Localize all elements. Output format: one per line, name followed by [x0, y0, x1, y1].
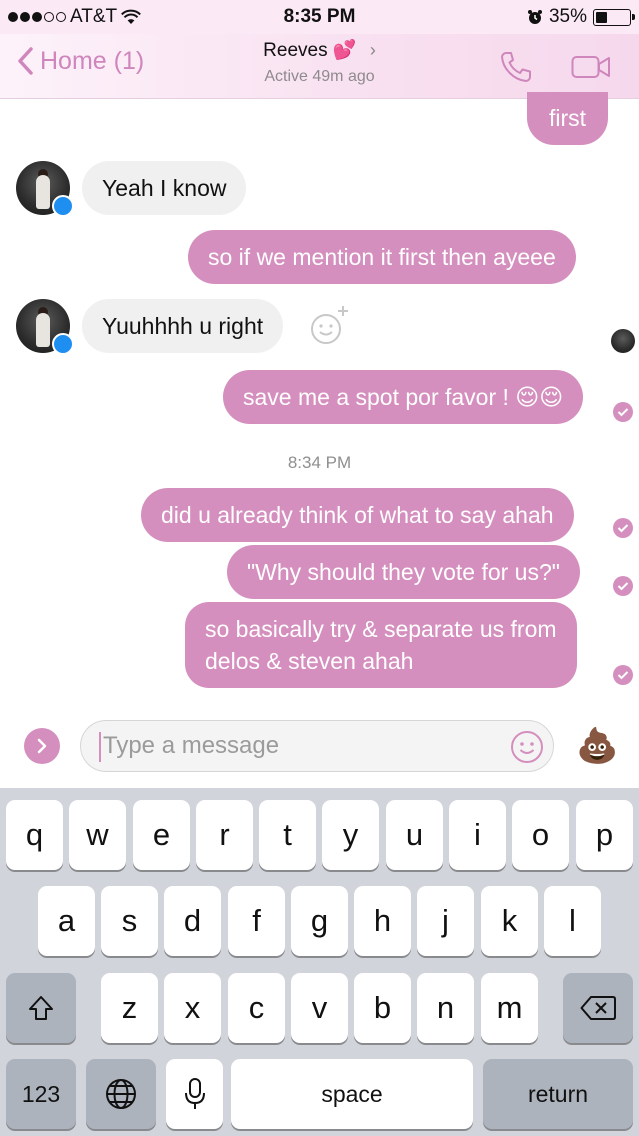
- keyboard: q w e r t y u i o p a s d f g h j k l z …: [0, 788, 639, 1136]
- message-text-line: delos & steven ahah: [205, 648, 414, 674]
- shift-key[interactable]: [6, 973, 76, 1043]
- outgoing-message[interactable]: so if we mention it first then ayeee: [188, 230, 576, 284]
- key-s[interactable]: s: [101, 886, 158, 956]
- key-q[interactable]: q: [6, 800, 63, 870]
- key-b[interactable]: b: [354, 973, 411, 1043]
- delivered-check-icon: [613, 665, 633, 685]
- read-receipt-avatar: [611, 329, 635, 353]
- key-f[interactable]: f: [228, 886, 285, 956]
- chevron-left-icon: [18, 47, 33, 75]
- message-text: did u already think of what to say ahah: [161, 502, 554, 528]
- key-o[interactable]: o: [512, 800, 569, 870]
- back-label: Home (1): [40, 46, 145, 75]
- alarm-clock-icon: [527, 10, 542, 24]
- key-k[interactable]: k: [481, 886, 538, 956]
- chevron-right-icon: [37, 738, 47, 754]
- shift-arrow-icon: [29, 996, 53, 1020]
- space-key[interactable]: space: [231, 1059, 473, 1129]
- carrier-name: AT&T: [70, 6, 118, 27]
- globe-icon: [106, 1079, 136, 1109]
- key-u[interactable]: u: [386, 800, 443, 870]
- chevron-right-icon: ›: [369, 40, 376, 60]
- message-input[interactable]: [80, 720, 554, 772]
- expand-actions-button[interactable]: [24, 728, 60, 764]
- message-text: save me a spot por favor ! 😌😌: [243, 384, 564, 410]
- message-text: Yeah I know: [102, 175, 227, 201]
- messenger-badge-icon: [52, 195, 74, 217]
- delete-key[interactable]: [563, 973, 633, 1043]
- battery-info: 35%: [527, 6, 635, 28]
- wifi-icon: [121, 9, 142, 24]
- two-hearts-icon: 💕: [332, 40, 357, 61]
- key-r[interactable]: r: [196, 800, 253, 870]
- text-cursor: [99, 732, 101, 762]
- contact-name: Reeves: [263, 40, 328, 61]
- key-y[interactable]: y: [322, 800, 379, 870]
- key-h[interactable]: h: [354, 886, 411, 956]
- numbers-key[interactable]: 123: [6, 1059, 76, 1129]
- return-key[interactable]: return: [483, 1059, 633, 1129]
- status-bar: AT&T 8:35 PM 35%: [0, 0, 639, 34]
- message-composer: 💩: [0, 706, 639, 788]
- back-button[interactable]: Home (1): [16, 46, 144, 76]
- message-timestamp: 8:34 PM: [287, 453, 352, 472]
- key-p[interactable]: p: [576, 800, 633, 870]
- key-x[interactable]: x: [164, 973, 221, 1043]
- key-m[interactable]: m: [481, 973, 538, 1043]
- avatar[interactable]: [16, 161, 74, 217]
- key-j[interactable]: j: [417, 886, 474, 956]
- message-text: Yuuhhhh u right: [102, 313, 264, 339]
- battery-icon: [593, 8, 635, 26]
- messenger-badge-icon: [52, 333, 74, 355]
- key-i[interactable]: i: [449, 800, 506, 870]
- conversation-header: Home (1) Reeves 💕 › Active 49m ago: [0, 34, 639, 99]
- microphone-icon: [184, 1078, 205, 1109]
- message-text: so if we mention it first then ayeee: [208, 244, 556, 270]
- add-reaction-icon[interactable]: [308, 303, 352, 347]
- microphone-key[interactable]: [166, 1059, 223, 1129]
- incoming-message[interactable]: Yuuhhhh u right: [82, 299, 284, 353]
- key-a[interactable]: a: [38, 886, 95, 956]
- key-g[interactable]: g: [291, 886, 348, 956]
- key-e[interactable]: e: [133, 800, 190, 870]
- key-d[interactable]: d: [164, 886, 221, 956]
- key-c[interactable]: c: [228, 973, 285, 1043]
- smiley-icon[interactable]: [510, 730, 544, 764]
- outgoing-message[interactable]: "Why should they vote for us?": [227, 545, 580, 599]
- quick-reaction-button[interactable]: 💩: [576, 726, 618, 766]
- outgoing-message[interactable]: first: [527, 92, 608, 145]
- outgoing-message[interactable]: did u already think of what to say ahah: [141, 488, 574, 542]
- avatar[interactable]: [16, 299, 74, 355]
- incoming-message[interactable]: Yeah I know: [82, 161, 247, 215]
- outgoing-message[interactable]: save me a spot por favor ! 😌😌: [223, 370, 584, 424]
- key-v[interactable]: v: [291, 973, 348, 1043]
- message-text: "Why should they vote for us?": [247, 559, 560, 585]
- carrier-info: AT&T: [8, 6, 142, 28]
- phone-icon[interactable]: [499, 50, 533, 84]
- key-w[interactable]: w: [69, 800, 126, 870]
- message-text: first: [548, 105, 587, 131]
- globe-key[interactable]: [86, 1059, 156, 1129]
- key-z[interactable]: z: [101, 973, 158, 1043]
- outgoing-message[interactable]: so basically try & separate us from delo…: [185, 602, 577, 688]
- battery-percentage: 35%: [548, 6, 587, 27]
- key-n[interactable]: n: [417, 973, 474, 1043]
- video-camera-icon[interactable]: [571, 54, 611, 80]
- delivered-check-icon: [613, 402, 633, 422]
- key-t[interactable]: t: [259, 800, 316, 870]
- message-text-line: so basically try & separate us from: [205, 616, 557, 642]
- header-actions: [499, 50, 611, 84]
- key-l[interactable]: l: [544, 886, 601, 956]
- delivered-check-icon: [613, 576, 633, 596]
- contact-name-row[interactable]: Reeves 💕 ›: [263, 38, 376, 62]
- signal-strength-icon: [8, 12, 66, 22]
- delivered-check-icon: [613, 518, 633, 538]
- backspace-icon: [580, 996, 616, 1020]
